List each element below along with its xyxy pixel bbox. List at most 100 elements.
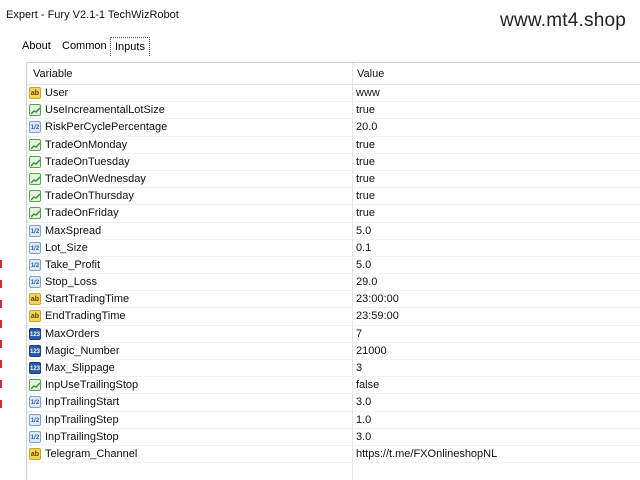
inputs-table-body: ab User www UseIncreamentalLotSize true 1/2 Ri…	[27, 85, 640, 464]
table-row[interactable]: 123 Magic_Number 21000	[27, 343, 640, 360]
variable-value[interactable]: 20.0	[356, 121, 377, 133]
variable-name: Take_Profit	[45, 258, 101, 271]
variable-value[interactable]: 3.0	[356, 431, 371, 443]
bool-icon	[29, 104, 41, 117]
variable-name: Stop_Loss	[45, 276, 97, 289]
variable-name: EndTradingTime	[45, 310, 126, 323]
variable-value[interactable]: 23:00:00	[356, 293, 399, 305]
double-icon: 1/2	[29, 224, 41, 237]
inputs-panel: Variable Value ab User www UseIncreamentalL…	[26, 62, 640, 480]
tab-inputs[interactable]: Inputs	[110, 37, 150, 56]
double-icon: 1/2	[29, 258, 41, 271]
variable-value[interactable]: 5.0	[356, 225, 371, 237]
bool-icon	[29, 138, 41, 151]
variable-value[interactable]: true	[356, 190, 375, 202]
variable-value[interactable]: true	[356, 207, 375, 219]
double-icon: 1/2	[29, 276, 41, 289]
variable-name: RiskPerCyclePercentage	[45, 121, 168, 134]
table-header: Variable Value	[27, 63, 640, 85]
variable-value[interactable]: 29.0	[356, 276, 377, 288]
variable-name: InpTrailingStop	[45, 430, 119, 443]
variable-value[interactable]: 7	[356, 328, 362, 340]
table-row[interactable]: ab Telegram_Channel https://t.me/FXOnlines…	[27, 446, 640, 464]
variable-value[interactable]: true	[356, 156, 375, 168]
table-row[interactable]: 123 MaxOrders 7	[27, 326, 640, 343]
table-row[interactable]: 1/2 MaxSpread 5.0	[27, 223, 640, 240]
variable-name: Max_Slippage	[45, 362, 115, 374]
variable-value[interactable]: true	[356, 104, 375, 116]
variable-name: Telegram_Channel	[45, 447, 138, 460]
table-row[interactable]: 1/2 Lot_Size 0.1	[27, 240, 640, 257]
bool-icon	[29, 207, 41, 220]
double-icon: 1/2	[29, 241, 41, 254]
window-titlebar: Expert - Fury V2.1-1 TechWizRobot www.mt…	[0, 0, 640, 36]
int-icon: 123	[29, 327, 41, 340]
table-row[interactable]: UseIncreamentalLotSize true	[27, 102, 640, 120]
variable-value[interactable]: 3	[356, 362, 362, 374]
string-icon: ab	[29, 310, 41, 323]
variable-name: TradeOnFriday	[45, 207, 119, 220]
variable-name: InpUseTrailingStop	[45, 379, 139, 392]
variable-name: User	[45, 87, 69, 99]
table-row[interactable]: 1/2 InpTrailingStart 3.0	[27, 394, 640, 412]
table-row[interactable]: ab User www	[27, 85, 640, 103]
variable-value[interactable]: 3.0	[356, 396, 371, 408]
bool-icon	[29, 172, 41, 185]
variable-name: Lot_Size	[45, 241, 88, 254]
double-icon: 1/2	[29, 121, 41, 134]
table-row[interactable]: TradeOnMonday true	[27, 137, 640, 154]
string-icon: ab	[29, 447, 41, 460]
variable-value[interactable]: 0.1	[356, 242, 371, 254]
table-row[interactable]: TradeOnWednesday true	[27, 171, 640, 189]
table-row[interactable]: TradeOnThursday true	[27, 188, 640, 206]
variable-value[interactable]: 23:59:00	[356, 310, 399, 322]
table-row[interactable]: TradeOnTuesday true	[27, 154, 640, 171]
chart-edge-strip	[0, 260, 3, 460]
variable-value[interactable]: https://t.me/FXOnlineshopNL	[356, 448, 497, 460]
header-variable[interactable]: Variable	[33, 68, 73, 80]
int-icon: 123	[29, 362, 41, 374]
variable-name: UseIncreamentalLotSize	[45, 104, 165, 117]
table-row[interactable]: 1/2 Stop_Loss 29.0	[27, 274, 640, 292]
table-row[interactable]: 1/2 InpTrailingStop 3.0	[27, 429, 640, 446]
double-icon: 1/2	[29, 430, 41, 443]
double-icon: 1/2	[29, 396, 41, 409]
variable-value[interactable]: 21000	[356, 345, 387, 357]
variable-value[interactable]: 1.0	[356, 414, 371, 426]
int-icon: 123	[29, 344, 41, 357]
bool-icon	[29, 155, 41, 168]
bool-icon	[29, 190, 41, 203]
double-icon: 1/2	[29, 413, 41, 426]
variable-value[interactable]: true	[356, 173, 375, 185]
table-row[interactable]: 123 Max_Slippage 3	[27, 360, 640, 378]
table-row[interactable]: 1/2 RiskPerCyclePercentage 20.0	[27, 119, 640, 137]
table-row[interactable]: ab StartTradingTime 23:00:00	[27, 291, 640, 309]
window-title: Expert - Fury V2.1-1 TechWizRobot	[6, 9, 179, 21]
variable-name: MaxOrders	[45, 327, 100, 340]
variable-name: TradeOnMonday	[45, 138, 128, 151]
table-row[interactable]: 1/2 InpTrailingStep 1.0	[27, 412, 640, 429]
bool-icon	[29, 379, 41, 392]
table-row[interactable]: TradeOnFriday true	[27, 205, 640, 223]
variable-name: TradeOnThursday	[45, 190, 134, 203]
table-row[interactable]: ab EndTradingTime 23:59:00	[27, 308, 640, 326]
variable-name: Magic_Number	[45, 344, 120, 357]
variable-name: StartTradingTime	[45, 293, 130, 306]
watermark-text: www.mt4.shop	[500, 10, 626, 31]
header-value[interactable]: Value	[357, 68, 384, 80]
table-row[interactable]: InpUseTrailingStop false	[27, 377, 640, 395]
variable-name: TradeOnWednesday	[45, 172, 146, 185]
variable-name: MaxSpread	[45, 224, 102, 237]
variable-value[interactable]: true	[356, 139, 375, 151]
tab-common[interactable]: Common	[58, 37, 111, 55]
variable-value[interactable]: 5.0	[356, 259, 371, 271]
variable-name: TradeOnTuesday	[45, 155, 130, 168]
tab-about[interactable]: About	[18, 37, 55, 55]
string-icon: ab	[29, 293, 41, 306]
variable-name: InpTrailingStart	[45, 396, 120, 409]
variable-name: InpTrailingStep	[45, 413, 119, 426]
string-icon: ab	[29, 87, 41, 99]
variable-value[interactable]: www	[356, 87, 380, 99]
table-row[interactable]: 1/2 Take_Profit 5.0	[27, 257, 640, 275]
variable-value[interactable]: false	[356, 379, 379, 391]
